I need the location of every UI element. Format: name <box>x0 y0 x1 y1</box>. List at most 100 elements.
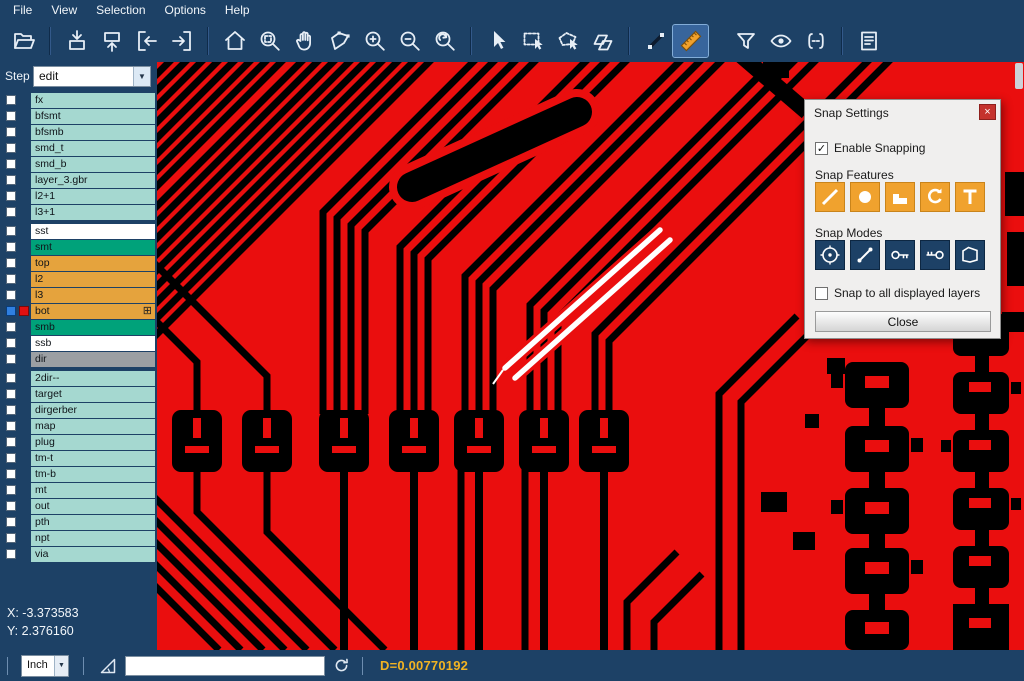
step-select[interactable]: edit ▼ <box>33 66 151 87</box>
layer-name[interactable]: 2dir-- <box>31 371 155 386</box>
layer-name[interactable]: ssb <box>31 336 155 351</box>
canvas-scrollbar-thumb[interactable] <box>1015 63 1023 89</box>
chevron-down-icon[interactable]: ▼ <box>54 656 68 676</box>
layer-visibility-checkbox[interactable] <box>6 437 16 447</box>
layer-row[interactable]: ssb <box>0 336 157 351</box>
layer-visibility-checkbox[interactable] <box>6 306 16 316</box>
layer-row[interactable]: bot⊞ <box>0 304 157 319</box>
layer-name[interactable]: tm-t <box>31 451 155 466</box>
polygon-select-button[interactable] <box>550 25 585 57</box>
layer-visibility-checkbox[interactable] <box>6 322 16 332</box>
menu-view[interactable]: View <box>42 1 87 19</box>
layer-visibility-checkbox[interactable] <box>6 143 16 153</box>
snap-mode-key-right-button[interactable] <box>920 240 950 270</box>
sync-button[interactable] <box>333 657 350 674</box>
layer-visibility-checkbox[interactable] <box>6 191 16 201</box>
layer-row[interactable]: bfsmt <box>0 109 157 124</box>
menu-file[interactable]: File <box>4 1 42 19</box>
open-button[interactable] <box>6 25 41 57</box>
layer-name[interactable]: smb <box>31 320 155 335</box>
layer-row[interactable]: l2 <box>0 272 157 287</box>
zoom-window-button[interactable] <box>252 25 287 57</box>
layer-row[interactable]: smb <box>0 320 157 335</box>
layer-row[interactable]: dirgerber <box>0 403 157 418</box>
layer-row[interactable]: l2+1 <box>0 189 157 204</box>
pointer-select-button[interactable] <box>480 25 515 57</box>
layer-row[interactable]: tm-b <box>0 467 157 482</box>
snap-feature-text-button[interactable] <box>955 182 985 212</box>
layer-name[interactable]: l3 <box>31 288 155 303</box>
layer-visibility-checkbox[interactable] <box>6 95 16 105</box>
dialog-close-button[interactable]: Close <box>815 311 991 332</box>
layer-visibility-checkbox[interactable] <box>6 175 16 185</box>
zoom-in-button[interactable] <box>357 25 392 57</box>
layer-name[interactable]: dir <box>31 352 155 367</box>
layer-row[interactable]: smt <box>0 240 157 255</box>
layer-row[interactable]: npt <box>0 531 157 546</box>
layer-row[interactable]: via <box>0 547 157 562</box>
layer-visibility-checkbox[interactable] <box>6 501 16 511</box>
layer-row[interactable]: 2dir-- <box>0 371 157 386</box>
all-layers-checkbox[interactable] <box>815 287 828 300</box>
layer-row[interactable]: layer_3.gbr <box>0 173 157 188</box>
layer-visibility-checkbox[interactable] <box>6 533 16 543</box>
layer-visibility-checkbox[interactable] <box>6 242 16 252</box>
layer-name[interactable]: pth <box>31 515 155 530</box>
layer-row[interactable]: plug <box>0 435 157 450</box>
import-top-button[interactable] <box>59 25 94 57</box>
layer-visibility-checkbox[interactable] <box>6 485 16 495</box>
snap-mode-contour-button[interactable] <box>955 240 985 270</box>
layer-row[interactable]: pth <box>0 515 157 530</box>
snap-ruler-button[interactable] <box>673 25 708 57</box>
exit-left-button[interactable] <box>129 25 164 57</box>
layer-visibility-checkbox[interactable] <box>6 274 16 284</box>
layer-visibility-checkbox[interactable] <box>6 517 16 527</box>
zoom-out-button[interactable] <box>392 25 427 57</box>
layer-name[interactable]: fx <box>31 93 155 108</box>
layer-visibility-checkbox[interactable] <box>6 405 16 415</box>
enable-snapping-checkbox[interactable]: ✓ <box>815 142 828 155</box>
layer-row[interactable]: map <box>0 419 157 434</box>
snap-feature-line-button[interactable] <box>815 182 845 212</box>
layer-name[interactable]: layer_3.gbr <box>31 173 155 188</box>
layer-visibility-checkbox[interactable] <box>6 421 16 431</box>
layer-name[interactable]: map <box>31 419 155 434</box>
transform-skew-button[interactable] <box>585 25 620 57</box>
pan-button[interactable] <box>287 25 322 57</box>
menu-help[interactable]: Help <box>216 1 260 19</box>
layer-name[interactable]: l3+1 <box>31 205 155 220</box>
layer-name[interactable]: out <box>31 499 155 514</box>
snap-mode-key-left-button[interactable] <box>885 240 915 270</box>
angle-tool-button[interactable] <box>99 657 117 675</box>
measure-input[interactable] <box>125 656 325 676</box>
menu-options[interactable]: Options <box>156 1 216 19</box>
layer-name[interactable]: npt <box>31 531 155 546</box>
highlight-button[interactable] <box>763 25 798 57</box>
layer-visibility-checkbox[interactable] <box>6 469 16 479</box>
exit-right-button[interactable] <box>164 25 199 57</box>
layer-row[interactable]: fx <box>0 93 157 108</box>
snap-mode-center-button[interactable] <box>815 240 845 270</box>
layer-row[interactable]: dir <box>0 352 157 367</box>
layer-name[interactable]: top <box>31 256 155 271</box>
layer-row[interactable]: out <box>0 499 157 514</box>
chevron-down-icon[interactable]: ▼ <box>133 67 150 86</box>
layer-name[interactable]: dirgerber <box>31 403 155 418</box>
layer-name[interactable]: l2 <box>31 272 155 287</box>
measure-between-button[interactable] <box>798 25 833 57</box>
layer-visibility-checkbox[interactable] <box>6 549 16 559</box>
layer-name[interactable]: tm-b <box>31 467 155 482</box>
snap-feature-surface-button[interactable] <box>885 182 915 212</box>
home-view-button[interactable] <box>217 25 252 57</box>
close-icon[interactable]: × <box>979 104 996 120</box>
layer-row[interactable]: target <box>0 387 157 402</box>
layer-visibility-checkbox[interactable] <box>6 373 16 383</box>
layer-row[interactable]: l3+1 <box>0 205 157 220</box>
snap-mode-endpoint-button[interactable] <box>850 240 880 270</box>
layer-row[interactable]: tm-t <box>0 451 157 466</box>
layer-visibility-checkbox[interactable] <box>6 389 16 399</box>
layer-name[interactable]: bfsmb <box>31 125 155 140</box>
layer-row[interactable]: sst <box>0 224 157 239</box>
layer-name[interactable]: sst <box>31 224 155 239</box>
layer-name[interactable]: plug <box>31 435 155 450</box>
